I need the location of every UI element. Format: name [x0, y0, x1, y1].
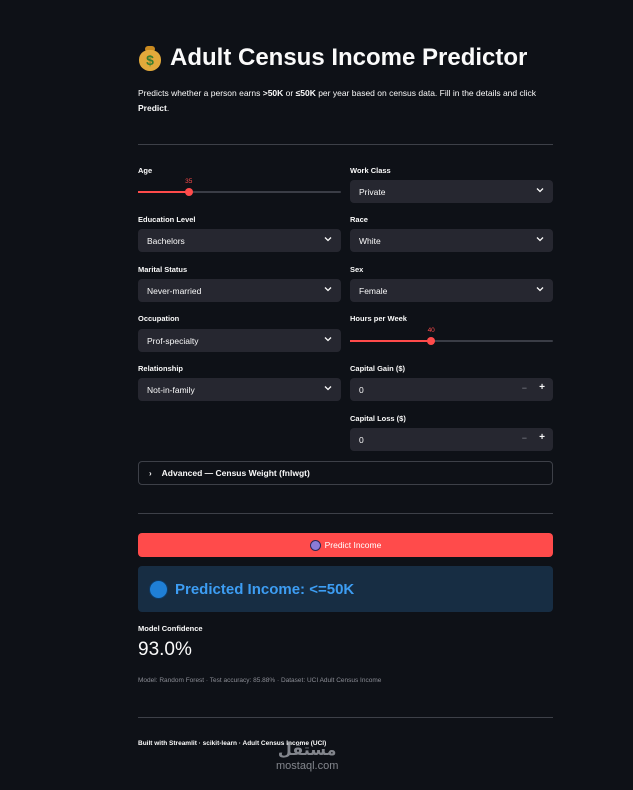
marital-value: Never-married — [147, 285, 202, 296]
capital-gain-input[interactable]: 0 − + — [350, 378, 553, 401]
capital-loss-increment-button[interactable]: + — [539, 432, 545, 443]
marital-select[interactable]: Never-married — [138, 279, 341, 302]
money-bag-icon: $ — [138, 44, 162, 72]
capital-loss-decrement-button[interactable]: − — [522, 433, 527, 443]
model-caption: Model: Random Forest · Test accuracy: 85… — [138, 677, 382, 684]
capital-loss-value: 0 — [359, 434, 364, 445]
hours-slider-value: 40 — [427, 327, 435, 334]
prediction-result-text: Predicted Income: <=50K — [175, 580, 355, 598]
watermark: مستقل mostaql.com — [276, 742, 339, 772]
marital-label: Marital Status — [138, 265, 188, 274]
workclass-value: Private — [359, 186, 386, 197]
chevron-down-icon — [324, 337, 332, 342]
capital-gain-increment-button[interactable]: + — [539, 382, 545, 393]
capital-gain-value: 0 — [359, 384, 364, 395]
occupation-select[interactable]: Prof-specialty — [138, 329, 341, 352]
page-title-text: Adult Census Income Predictor — [170, 44, 528, 71]
chevron-down-icon — [324, 287, 332, 292]
sex-value: Female — [359, 285, 388, 296]
hours-slider-fill — [350, 340, 432, 342]
age-slider-value: 35 — [185, 178, 193, 185]
sex-label: Sex — [350, 265, 364, 274]
education-label: Education Level — [138, 215, 196, 224]
crystal-ball-icon — [309, 539, 321, 551]
workclass-label: Work Class — [350, 166, 391, 175]
age-slider[interactable]: 35 — [138, 178, 341, 196]
capital-loss-label: Capital Loss ($) — [350, 414, 406, 423]
hours-slider-thumb[interactable] — [427, 337, 436, 345]
chevron-down-icon — [536, 237, 544, 242]
divider — [138, 717, 553, 718]
chevron-right-icon: › — [149, 468, 152, 478]
page-title: $ Adult Census Income Predictor — [138, 44, 527, 72]
predict-button[interactable]: Predict Income — [138, 533, 553, 557]
education-value: Bachelors — [147, 235, 185, 246]
advanced-expander[interactable]: › Advanced — Census Weight (fnlwgt) — [138, 461, 553, 485]
capital-gain-decrement-button[interactable]: − — [522, 383, 527, 393]
age-slider-fill — [138, 191, 189, 193]
race-select[interactable]: White — [350, 229, 553, 252]
education-select[interactable]: Bachelors — [138, 229, 341, 252]
sex-select[interactable]: Female — [350, 279, 553, 302]
prediction-result: Predicted Income: <=50K — [138, 566, 553, 612]
divider — [138, 513, 553, 514]
page-subtitle: Predicts whether a person earns >50K or … — [138, 88, 537, 113]
metric-value: 93.0% — [138, 639, 192, 660]
divider — [138, 144, 553, 145]
chevron-down-icon — [324, 237, 332, 242]
advanced-expander-label: Advanced — Census Weight (fnlwgt) — [161, 468, 310, 478]
capital-gain-label: Capital Gain ($) — [350, 364, 406, 373]
occupation-label: Occupation — [138, 314, 180, 323]
occupation-value: Prof-specialty — [147, 335, 199, 346]
age-label: Age — [138, 166, 153, 175]
metric-label: Model Confidence — [138, 624, 203, 633]
race-label: Race — [350, 215, 368, 224]
relationship-value: Not-in-family — [147, 384, 195, 395]
relationship-label: Relationship — [138, 364, 184, 373]
chevron-down-icon — [536, 188, 544, 193]
hours-label: Hours per Week — [350, 314, 407, 323]
predict-button-label: Predict Income — [324, 540, 382, 550]
race-value: White — [359, 235, 381, 246]
hours-slider[interactable]: 40 — [350, 327, 553, 345]
chevron-down-icon — [536, 287, 544, 292]
chevron-down-icon — [324, 386, 332, 391]
capital-loss-input[interactable]: 0 − + — [350, 428, 553, 451]
workclass-select[interactable]: Private — [350, 180, 553, 203]
relationship-select[interactable]: Not-in-family — [138, 378, 341, 401]
blue-circle-icon — [149, 579, 168, 599]
age-slider-thumb[interactable] — [184, 188, 193, 196]
